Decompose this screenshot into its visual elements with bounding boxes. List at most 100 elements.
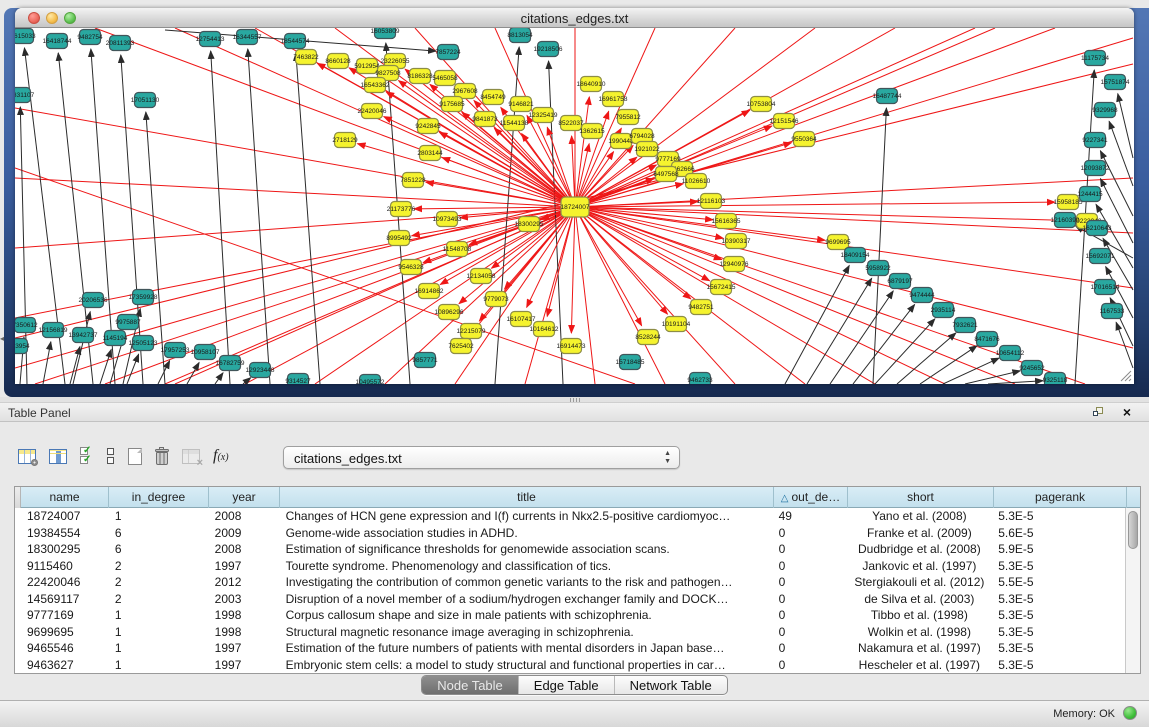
table-cell[interactable]: 9465546 [21, 640, 109, 657]
table-row[interactable]: 977716911998Corpus callosum shape and si… [15, 607, 1125, 624]
table-cell[interactable]: 5.3E-5 [992, 624, 1125, 641]
table-cell[interactable]: 0 [773, 591, 847, 608]
panel-collapse-arrow-icon[interactable]: ◂ [0, 335, 4, 343]
table-cell[interactable]: 2 [109, 558, 209, 575]
table-cell[interactable]: 0 [773, 640, 847, 657]
table-cell[interactable]: 9463627 [21, 657, 109, 674]
table-mode-icon[interactable] [18, 449, 36, 464]
table-cell[interactable]: 5.3E-5 [992, 640, 1125, 657]
network-edge[interactable] [575, 28, 735, 207]
network-edge[interactable] [873, 108, 886, 384]
table-cell[interactable]: Disruption of a novel member of a sodium… [280, 591, 773, 608]
new-table-icon[interactable] [128, 448, 142, 465]
table-cell[interactable]: Wolkin et al. (1998) [847, 624, 993, 641]
network-edge[interactable] [187, 362, 199, 384]
network-edge[interactable] [575, 28, 1055, 207]
table-cell[interactable]: 0 [773, 624, 847, 641]
table-cell[interactable]: 2008 [209, 541, 280, 558]
network-edge[interactable] [988, 381, 1043, 384]
table-cell[interactable]: 2009 [209, 525, 280, 542]
row-height-icon[interactable] [107, 448, 115, 465]
table-cell[interactable]: Hescheler et al. (1997) [847, 657, 993, 674]
table-cell[interactable]: 1998 [209, 607, 280, 624]
delete-columns-icon[interactable] [155, 448, 169, 465]
table-cell[interactable]: 5.3E-5 [992, 607, 1125, 624]
network-edge[interactable] [943, 358, 999, 384]
column-header-name[interactable]: name [21, 487, 109, 508]
table-cell[interactable]: 0 [773, 541, 847, 558]
table-cell[interactable]: 1 [109, 640, 209, 657]
table-cell[interactable]: 6 [109, 525, 209, 542]
table-cell[interactable]: 5.3E-5 [992, 657, 1125, 674]
network-edge[interactable] [15, 207, 575, 368]
column-header-short[interactable]: short [848, 487, 994, 508]
table-cell[interactable]: Embryonic stem cells: a model to study s… [280, 657, 773, 674]
table-cell[interactable]: 5.3E-5 [992, 508, 1125, 525]
table-cell[interactable]: 9699695 [21, 624, 109, 641]
table-cell[interactable]: 5.5E-5 [992, 574, 1125, 591]
table-cell[interactable]: 1 [109, 508, 209, 525]
network-edge[interactable] [575, 207, 1015, 384]
tab-network-table[interactable]: Network Table [615, 676, 727, 694]
table-cell[interactable]: Genome-wide association studies in ADHD. [280, 525, 773, 542]
network-window[interactable]: citations_edges.txt 18724007746382286601… [15, 8, 1134, 384]
table-row[interactable]: 946554611997Estimation of the future num… [15, 640, 1125, 657]
network-edge[interactable] [215, 373, 223, 384]
table-cell[interactable]: 9777169 [21, 607, 109, 624]
table-cell[interactable]: Dudbridge et al. (2008) [847, 541, 993, 558]
network-edge[interactable] [575, 207, 805, 384]
network-edge[interactable] [575, 207, 735, 384]
table-cell[interactable]: 14569117 [21, 591, 109, 608]
table-cell[interactable]: 1998 [209, 624, 280, 641]
network-edge[interactable] [575, 207, 1133, 348]
table-cell[interactable]: Estimation of the future numbers of pati… [280, 640, 773, 657]
network-edge[interactable] [211, 51, 230, 384]
table-cell[interactable]: Stergiakouli et al. (2012) [847, 574, 993, 591]
table-cell[interactable]: 0 [773, 558, 847, 575]
table-cell[interactable]: 0 [773, 657, 847, 674]
column-header-out_de[interactable]: △out_de… [774, 487, 848, 508]
table-cell[interactable]: 1997 [209, 657, 280, 674]
table-cell[interactable]: 2012 [209, 574, 280, 591]
table-row[interactable]: 1938455462009Genome-wide association stu… [15, 525, 1125, 542]
network-edge[interactable] [575, 207, 595, 384]
table-cell[interactable]: 2 [109, 591, 209, 608]
tab-node-table[interactable]: Node Table [422, 676, 519, 694]
network-edge[interactable] [572, 136, 575, 207]
column-header-in_degree[interactable]: in_degree [109, 487, 209, 508]
table-cell[interactable]: 0 [773, 574, 847, 591]
table-cell[interactable]: Tibbo et al. (1998) [847, 607, 993, 624]
table-cell[interactable]: Corpus callosum shape and size in male p… [280, 607, 773, 624]
table-cell[interactable]: 2008 [209, 508, 280, 525]
table-cell[interactable]: de Silva et al. (2003) [847, 591, 993, 608]
table-cell[interactable]: 1 [109, 624, 209, 641]
table-cell[interactable]: Tourette syndrome. Phenomenology and cla… [280, 558, 773, 575]
network-edge[interactable] [43, 342, 51, 384]
table-cell[interactable]: Changes of HCN gene expression and I(f) … [280, 508, 773, 525]
table-row[interactable]: 1872400712008Changes of HCN gene express… [15, 508, 1125, 525]
table-cell[interactable]: 18300295 [21, 541, 109, 558]
column-header-title[interactable]: title [280, 487, 774, 508]
float-window-icon[interactable] [1093, 407, 1105, 418]
table-cell[interactable]: Estimation of significance thresholds fo… [280, 541, 773, 558]
table-cell[interactable]: Yano et al. (2008) [847, 508, 993, 525]
network-edge[interactable] [1118, 94, 1133, 158]
network-canvas[interactable]: 1872400774638228660128591295423226055982… [15, 28, 1134, 384]
table-cell[interactable]: 5.9E-5 [992, 541, 1125, 558]
divider-grip-icon[interactable] [570, 398, 580, 402]
vertical-scrollbar[interactable] [1125, 508, 1140, 673]
network-edge[interactable] [100, 349, 111, 384]
network-edge[interactable] [15, 207, 575, 248]
table-cell[interactable]: 22420046 [21, 574, 109, 591]
table-row[interactable]: 911546021997Tourette syndrome. Phenomeno… [15, 558, 1125, 575]
column-header-pagerank[interactable]: pagerank [994, 487, 1127, 508]
network-window-titlebar[interactable]: citations_edges.txt [15, 8, 1134, 28]
table-cell[interactable]: 0 [773, 607, 847, 624]
network-edge[interactable] [830, 291, 893, 384]
table-cell[interactable]: 2003 [209, 591, 280, 608]
table-row[interactable]: 1830029562008Estimation of significance … [15, 541, 1125, 558]
network-edge[interactable] [384, 117, 575, 207]
table-cell[interactable]: Franke et al. (2009) [847, 525, 993, 542]
network-edge[interactable] [571, 207, 575, 333]
network-edge[interactable] [965, 371, 1020, 384]
